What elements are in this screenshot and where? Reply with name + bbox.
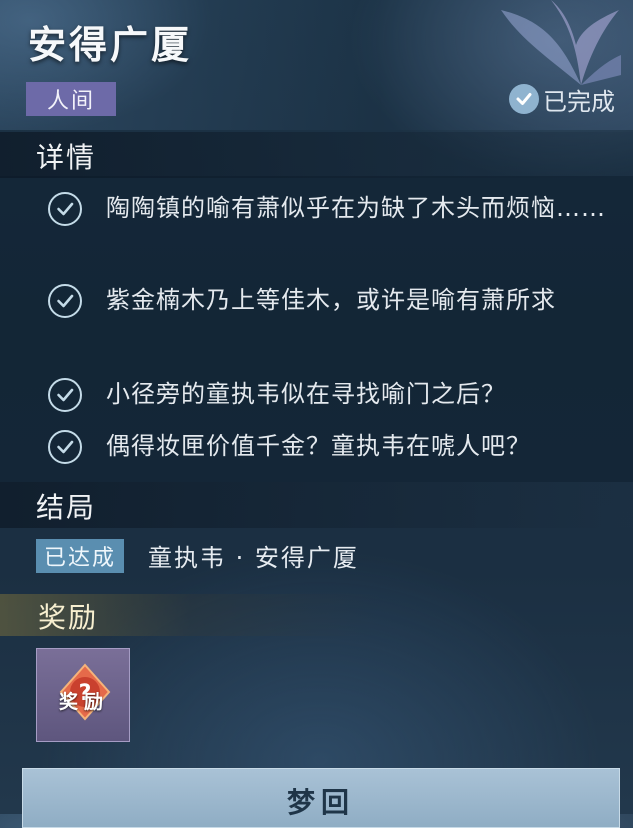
petal-ornament-icon [501,0,621,85]
details-heading: 详情 [36,141,97,174]
ending-name: 童执韦 · 安得广厦 [148,544,359,572]
detail-text: 陶陶镇的喻有萧似乎在为缺了木头而烦恼…… [106,194,606,222]
check-icon [48,284,82,318]
ending-heading: 结局 [36,491,97,524]
detail-text: 偶得妆匣价值千金？童执韦在唬人吧？ [106,432,531,460]
reward-item-card[interactable]: ? 奖励 [36,648,130,742]
details-panel: 陶陶镇的喻有萧似乎在为缺了木头而烦恼…… 紫金楠木乃上等佳木，或许是喻有萧所求 … [0,176,633,482]
quest-title: 安得广厦 [28,22,193,67]
check-icon [48,378,82,412]
detail-item: 小径旁的童执韦似在寻找喻门之后？ [48,374,616,414]
detail-item: 偶得妆匣价值千金？童执韦在唬人吧？ [48,426,616,466]
dream-button-label: 梦回 [286,786,355,819]
detail-text: 小径旁的童执韦似在寻找喻门之后？ [106,380,506,408]
achieved-tag: 已达成 [36,538,125,573]
check-icon [48,192,82,226]
check-icon [48,430,82,464]
completion-status: 已完成 [509,82,615,116]
ending-row: 已达成 童执韦 · 安得广厦 [36,538,359,573]
world-tag: 人间 [26,82,116,116]
completed-check-icon [509,84,539,114]
detail-item: 陶陶镇的喻有萧似乎在为缺了木头而烦恼…… [48,188,616,228]
reward-heading: 奖励 [38,601,99,634]
dream-return-button[interactable]: 梦回 [22,768,620,828]
status-label: 已完成 [543,87,615,116]
detail-text: 紫金楠木乃上等佳木，或许是喻有萧所求 [106,286,556,314]
reward-item-label: 奖励 [58,691,109,713]
detail-item: 紫金楠木乃上等佳木，或许是喻有萧所求 [48,280,616,320]
